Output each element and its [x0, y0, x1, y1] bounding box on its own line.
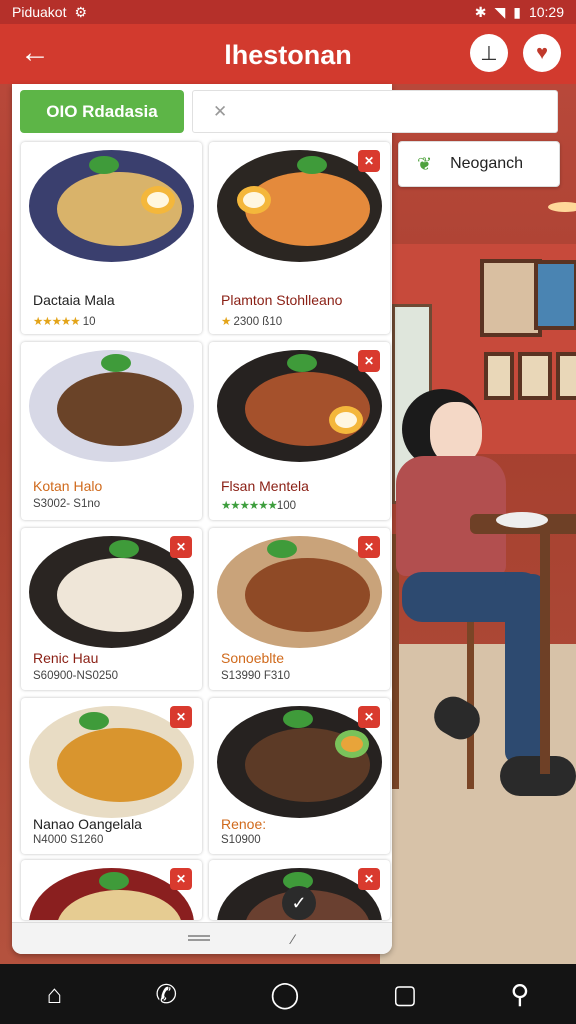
status-bar: Piduakot ⚙ ✱ ◥ ▮ 10:29 [0, 0, 576, 24]
remove-icon[interactable]: ✕ [170, 536, 192, 558]
diner-shoe [500, 756, 576, 796]
dish-card[interactable]: ✕ Nanao Oangelala N4000 S1260 [21, 698, 202, 854]
dish-rating: ★★★★★★100 [221, 498, 296, 512]
remove-icon[interactable]: ✕ [358, 150, 380, 172]
app-bar: ← lhestonan ⊥ ♥ [0, 24, 576, 84]
dish-card[interactable]: ✕ Renic Hau S60900-NS0250 [21, 528, 202, 690]
dish-price: S13990 F310 [221, 670, 291, 682]
dish-name: Flsan Mentela [221, 478, 309, 494]
remove-icon[interactable]: ✕ [358, 706, 380, 728]
dish-price: 10 [82, 316, 96, 328]
carrier-label: Piduakot [12, 4, 67, 20]
profile-icon[interactable]: ⚲ [510, 979, 529, 1010]
drag-handle[interactable] [188, 935, 210, 941]
leaf-icon: ❦ [417, 153, 433, 174]
dish-price: S60900-NS0250 [33, 670, 119, 682]
filter-label: Neoganch [450, 155, 524, 172]
dish-name: Renic Hau [33, 650, 99, 666]
dish-name: Plamton Stohlleano [221, 292, 343, 308]
dish-rating: ★★★★★ 10 [33, 314, 96, 328]
battery-icon: ▮ [513, 3, 521, 20]
dish-name: Sonoeblte [221, 650, 285, 666]
diner-face [430, 402, 482, 464]
dish-card[interactable]: ✕ Renoe: S10900 [209, 698, 390, 854]
plate [496, 512, 548, 528]
dish-price: S3002- S1no [33, 498, 101, 510]
square-icon[interactable]: ▢ [393, 979, 418, 1010]
wifi-icon: ◥ [494, 3, 506, 20]
dish-card[interactable]: ✕ Plamton Stohlleano ★ 2300 ß10 [209, 142, 390, 334]
search-input[interactable] [239, 103, 540, 120]
settings-icon: ⚙ [74, 3, 88, 20]
remove-icon[interactable]: ✕ [358, 350, 380, 372]
wall-picture [484, 352, 514, 400]
food-panel: OIO Rdadasia Dactaia Mala ★★★★★ 10 ✕ Pla… [12, 84, 392, 954]
dish-name: Kotan Halo [33, 478, 103, 494]
wall-picture [480, 259, 542, 337]
dish-card[interactable]: ✕ Flsan Mentela ★★★★★★100 [209, 342, 390, 520]
dish-rating: ★ 2300 ß10 [221, 314, 282, 328]
dish-name: Dactaia Mala [33, 292, 115, 308]
dish-name: Nanao Oangelala [33, 816, 142, 832]
info-icon: ⊥ [480, 42, 498, 65]
diner-shin [505, 574, 545, 764]
phone-icon[interactable]: ✆ [155, 979, 177, 1010]
wall-picture [518, 352, 552, 400]
remove-icon[interactable]: ✕ [170, 706, 192, 728]
rating-stars: ★★★★★★ [221, 500, 278, 512]
close-icon[interactable]: ✕ [213, 102, 227, 122]
ceiling-lamp [548, 202, 576, 212]
circle-icon[interactable]: ◯ [270, 979, 299, 1010]
info-button[interactable]: ⊥ [470, 34, 508, 72]
search-field[interactable]: ✕ [192, 90, 558, 133]
dish-name: Renoe: [221, 816, 267, 832]
home-icon[interactable]: ⌂ [47, 979, 63, 1010]
favorites-button[interactable]: ♥ [523, 34, 561, 72]
rating-stars: ★ [221, 316, 231, 328]
rating-stars: ★★★★★ [33, 316, 81, 328]
edit-icon[interactable]: ⁄ [292, 931, 294, 947]
table-leg [540, 534, 550, 774]
bluetooth-icon: ✱ [474, 3, 487, 20]
clock: 10:29 [528, 4, 564, 20]
dish-price: N4000 S1260 [33, 834, 104, 846]
dish-price: 2300 ß10 [233, 316, 283, 328]
remove-icon[interactable]: ✕ [358, 536, 380, 558]
filter-button[interactable]: ❦ Neoganch [398, 141, 560, 187]
category-chip[interactable]: OIO Rdadasia [20, 90, 184, 133]
dish-image [29, 150, 194, 262]
dish-card[interactable]: ✕ [21, 860, 202, 920]
wall-picture [534, 260, 576, 330]
dish-card[interactable]: Dactaia Mala ★★★★★ 10 [21, 142, 202, 334]
heart-icon: ♥ [536, 41, 548, 64]
check-icon[interactable]: ✓ [282, 886, 316, 920]
dish-price: S10900 [221, 834, 261, 846]
dish-card[interactable]: Kotan Halo S3002- S1no [21, 342, 202, 520]
dish-card[interactable]: ✕ Sonoeblte S13990 F310 [209, 528, 390, 690]
dish-price: 100 [276, 500, 297, 512]
wall-picture [556, 352, 576, 400]
drawer-handle-bar[interactable]: ⁄ [12, 922, 392, 954]
dish-image [29, 350, 194, 462]
bottom-nav: ⌂ ✆ ◯ ▢ ⚲ [0, 964, 576, 1024]
remove-icon[interactable]: ✕ [358, 868, 380, 890]
remove-icon[interactable]: ✕ [170, 868, 192, 890]
